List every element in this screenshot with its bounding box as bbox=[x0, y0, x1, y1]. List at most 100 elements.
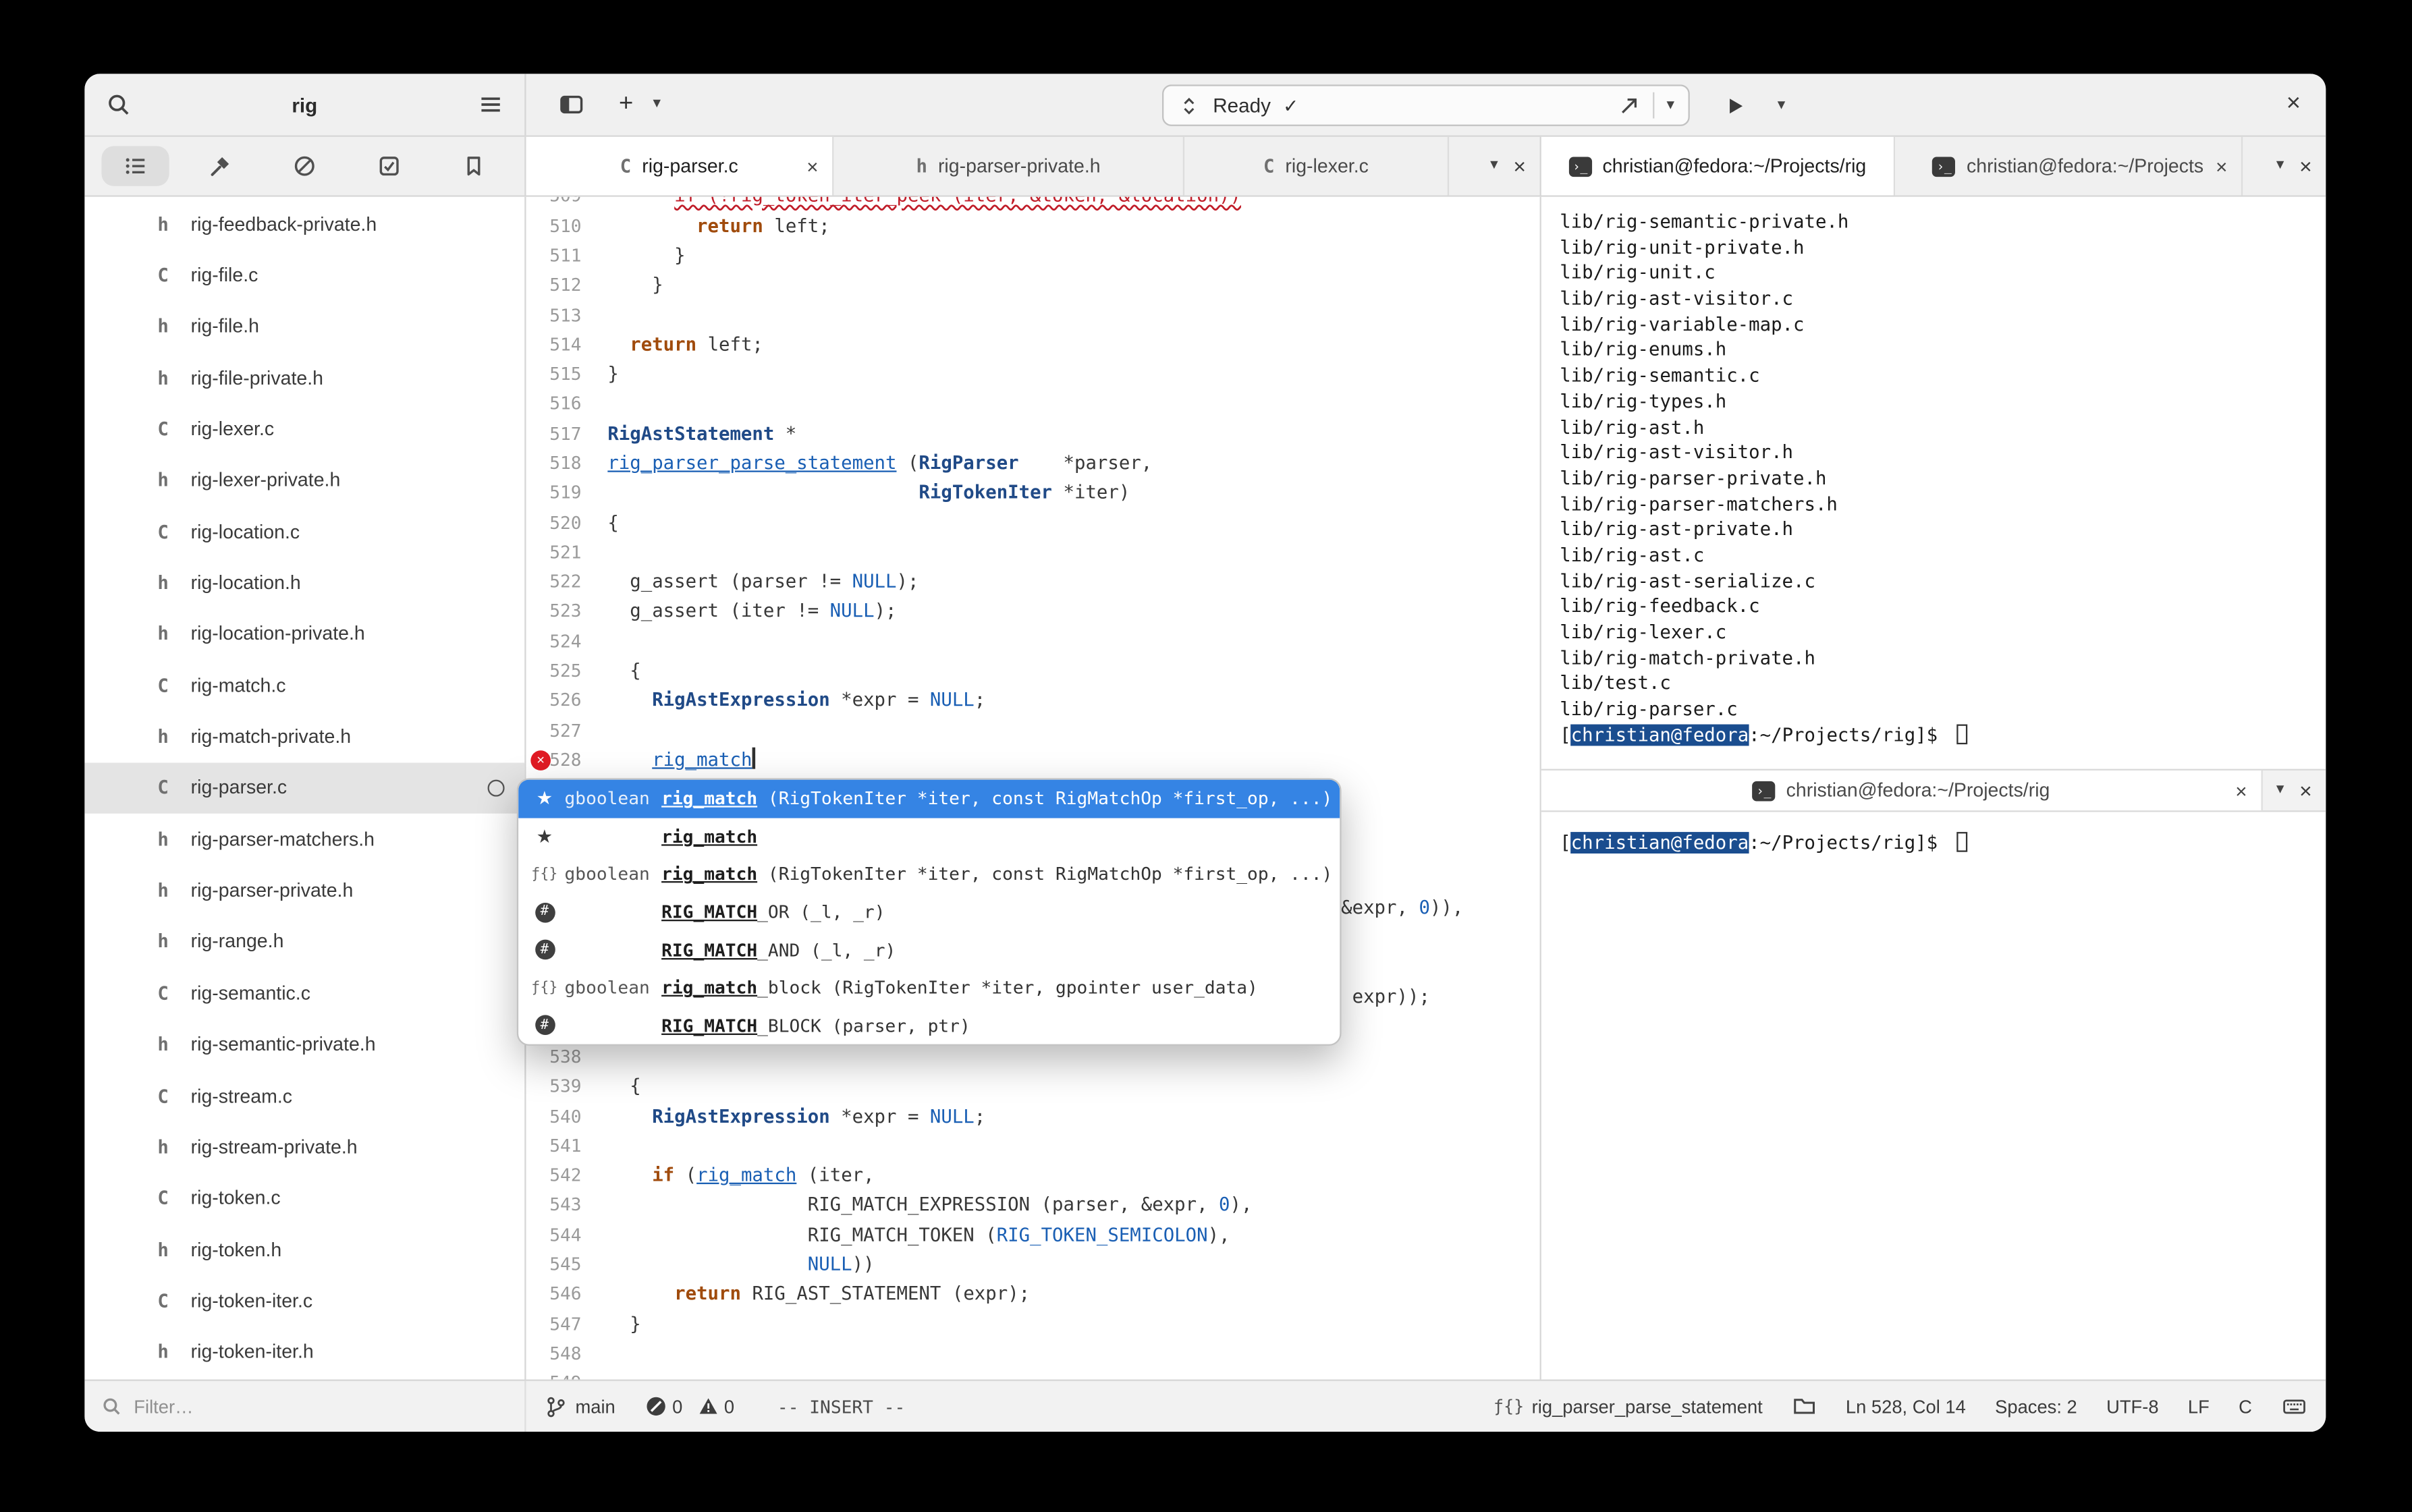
completion-item[interactable]: ƒ{} gboolean rig_match _block (RigTokenIter… bbox=[518, 969, 1340, 1007]
file-item[interactable]: h rig-parser-private.h bbox=[84, 865, 524, 916]
code-line[interactable]: RigAstExpression *expr = NULL; bbox=[607, 1102, 1539, 1131]
panel-button-todo[interactable] bbox=[355, 146, 422, 186]
current-symbol-button[interactable]: ƒ{} rig_parser_parse_statement bbox=[1493, 1395, 1763, 1417]
file-item[interactable]: h rig-semantic-private.h bbox=[84, 1019, 524, 1070]
indentation-setting[interactable]: Spaces: 2 bbox=[1995, 1395, 2077, 1417]
code-line[interactable]: return left; bbox=[607, 331, 1539, 360]
code-line[interactable] bbox=[607, 1369, 1539, 1380]
code-line[interactable]: } bbox=[607, 242, 1539, 271]
keyboard-icon[interactable] bbox=[2281, 1395, 2307, 1418]
file-item[interactable]: h rig-lexer-private.h bbox=[84, 455, 524, 506]
code-line[interactable]: } bbox=[607, 271, 1539, 301]
line-number[interactable]: 523 bbox=[526, 597, 594, 627]
line-number[interactable]: 543 bbox=[526, 1191, 594, 1221]
new-tab-menu-button[interactable]: ▾ bbox=[643, 84, 671, 124]
line-number[interactable]: 518 bbox=[526, 449, 594, 479]
line-number[interactable]: 539 bbox=[526, 1072, 594, 1102]
code-line[interactable] bbox=[607, 627, 1539, 656]
code-line[interactable] bbox=[607, 716, 1539, 746]
code-line[interactable]: } bbox=[607, 1310, 1539, 1339]
profile-menu-chevron-icon[interactable]: ▾ bbox=[1667, 97, 1674, 113]
file-item[interactable]: Crig-match.c bbox=[84, 660, 524, 711]
terminal2-output[interactable]: [christian@fedora:~/Projects/rig]$ bbox=[1541, 812, 2326, 1379]
panel-button-diagnostics[interactable] bbox=[271, 146, 338, 186]
completion-item[interactable]: ★ rig_match bbox=[518, 818, 1340, 856]
diagnostics-summary[interactable]: 0 0 bbox=[646, 1395, 743, 1417]
line-number[interactable]: 511 bbox=[526, 242, 594, 271]
editor-tab[interactable]: Crig-parser.c × bbox=[526, 136, 834, 196]
file-item[interactable]: Crig-location.c bbox=[84, 506, 524, 557]
line-number[interactable]: 516 bbox=[526, 390, 594, 420]
file-item[interactable]: Crig-file.c bbox=[84, 250, 524, 301]
code-line[interactable]: return RIG_AST_STATEMENT (expr); bbox=[607, 1280, 1539, 1310]
completion-item[interactable]: # RIG_MATCH _AND (_l, _r) bbox=[518, 931, 1340, 969]
completion-item[interactable]: ƒ{} gboolean rig_match (RigTokenIter *iter… bbox=[518, 856, 1340, 893]
line-number[interactable]: 510 bbox=[526, 212, 594, 242]
code-line[interactable] bbox=[607, 538, 1539, 567]
run-menu-button[interactable]: ▾ bbox=[1767, 86, 1795, 125]
code-line[interactable]: rig_parser_parse_statement (RigParser *p… bbox=[607, 449, 1539, 479]
line-number[interactable]: 544 bbox=[526, 1221, 594, 1250]
code-line[interactable] bbox=[607, 390, 1539, 420]
panel-button-outline[interactable] bbox=[102, 146, 170, 186]
line-number[interactable]: 519 bbox=[526, 479, 594, 509]
completion-item[interactable]: ★ gboolean rig_match (RigTokenIter *iter, … bbox=[518, 779, 1340, 818]
close-tab-icon[interactable]: × bbox=[2235, 779, 2247, 802]
terminal-output[interactable]: lib/rig-semantic-private.h lib/rig-unit-p… bbox=[1541, 197, 2326, 769]
line-number[interactable]: 512 bbox=[526, 271, 594, 301]
line-number[interactable]: 548 bbox=[526, 1339, 594, 1369]
menu-button[interactable] bbox=[470, 84, 510, 124]
search-button[interactable] bbox=[99, 84, 138, 124]
project-folder-icon[interactable] bbox=[1792, 1395, 1816, 1418]
line-number[interactable]: 522 bbox=[526, 567, 594, 597]
deploy-arrow-icon[interactable] bbox=[1618, 93, 1641, 117]
line-number[interactable]: 521 bbox=[526, 538, 594, 567]
new-tab-button[interactable]: + bbox=[606, 84, 646, 124]
line-number[interactable]: 517 bbox=[526, 420, 594, 449]
terminal-tab[interactable]: ›_ christian@fedora:~/Projects/rig bbox=[1541, 136, 1896, 196]
line-number[interactable]: 514 bbox=[526, 331, 594, 360]
line-number[interactable]: 526 bbox=[526, 686, 594, 716]
code-line[interactable]: RIG_MATCH_TOKEN (RIG_TOKEN_SEMICOLON), bbox=[607, 1221, 1539, 1250]
file-item[interactable]: Crig-token.c bbox=[84, 1173, 524, 1224]
code-line[interactable]: g_assert (iter != NULL); bbox=[607, 597, 1539, 627]
file-item[interactable]: h rig-token-iter.h bbox=[84, 1326, 524, 1378]
line-number[interactable]: 513 bbox=[526, 301, 594, 331]
code-line[interactable] bbox=[607, 1131, 1539, 1161]
close-tab-icon[interactable]: × bbox=[2216, 155, 2227, 177]
code-line[interactable]: } bbox=[607, 360, 1539, 390]
git-branch-button[interactable]: main bbox=[545, 1394, 615, 1418]
build-profile-selector[interactable]: Ready ✓ ▾ bbox=[1162, 84, 1690, 126]
file-item[interactable]: h rig-location.h bbox=[84, 557, 524, 609]
close-frame-icon[interactable]: × bbox=[2299, 155, 2312, 177]
cursor-position[interactable]: Ln 528, Col 14 bbox=[1846, 1395, 1966, 1417]
code-line[interactable]: { bbox=[607, 508, 1539, 538]
file-item[interactable]: Crig-stream.c bbox=[84, 1070, 524, 1121]
code-line[interactable]: g_assert (parser != NULL); bbox=[607, 567, 1539, 597]
code-line[interactable]: { bbox=[607, 656, 1539, 686]
line-number[interactable]: 540 bbox=[526, 1102, 594, 1131]
line-number[interactable]: 524 bbox=[526, 627, 594, 656]
completion-item[interactable]: # RIG_MATCH _OR (_l, _r) bbox=[518, 893, 1340, 931]
code-line[interactable]: return left; bbox=[607, 212, 1539, 242]
line-number[interactable]: 509 bbox=[526, 197, 594, 212]
line-number[interactable]: 527 bbox=[526, 716, 594, 746]
line-number[interactable]: 520 bbox=[526, 508, 594, 538]
line-ending-setting[interactable]: LF bbox=[2188, 1395, 2210, 1417]
file-item[interactable]: h rig-range.h bbox=[84, 916, 524, 968]
code-line[interactable]: rig_match bbox=[607, 746, 1539, 775]
file-item[interactable]: h rig-stream-private.h bbox=[84, 1121, 524, 1173]
window-close-button[interactable]: × bbox=[2274, 84, 2313, 124]
code-line[interactable]: if (rig_match (iter, bbox=[607, 1161, 1539, 1191]
file-item[interactable]: h rig-location-private.h bbox=[84, 609, 524, 660]
completion-item[interactable]: # RIG_MATCH _BLOCK (parser, ptr) bbox=[518, 1007, 1340, 1044]
close-frame-icon[interactable]: × bbox=[1513, 155, 1526, 177]
code-line[interactable] bbox=[607, 1042, 1539, 1072]
line-number[interactable]: 541 bbox=[526, 1131, 594, 1161]
terminal-tab[interactable]: ›_ christian@fedora:~/Projects × bbox=[1895, 136, 2243, 196]
file-item[interactable]: h rig-match-private.h bbox=[84, 711, 524, 762]
encoding-setting[interactable]: UTF-8 bbox=[2106, 1395, 2158, 1417]
tab-list-chevron-icon[interactable]: ▾ bbox=[1490, 158, 1498, 174]
code-line[interactable] bbox=[607, 1339, 1539, 1369]
editor-tab[interactable]: h rig-parser-private.h bbox=[833, 136, 1185, 196]
